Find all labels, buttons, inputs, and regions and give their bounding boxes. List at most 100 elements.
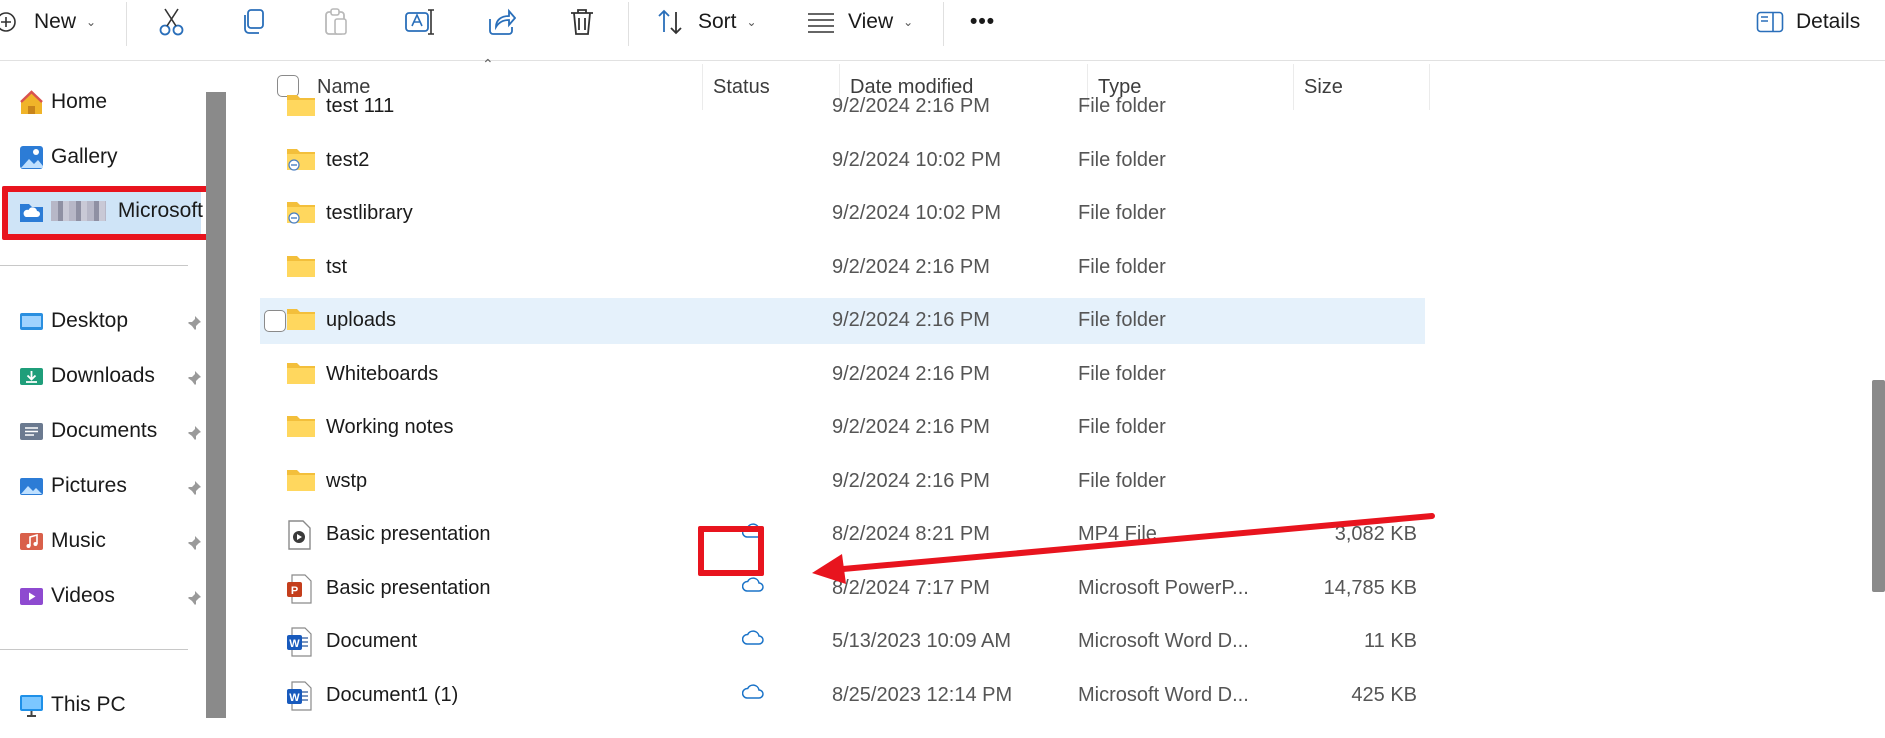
file-row[interactable]: W Document 5/13/2023 10:09 AM Microsoft Wor… bbox=[260, 619, 1425, 665]
video-file-icon bbox=[286, 520, 316, 550]
file-name: wstp bbox=[326, 469, 368, 492]
pin-icon[interactable] bbox=[186, 533, 202, 557]
cloud-status-icon bbox=[741, 576, 764, 600]
sidebar-scrollbar[interactable] bbox=[206, 92, 226, 718]
pin-icon[interactable] bbox=[186, 478, 202, 502]
file-name: Document1 (1) bbox=[326, 683, 459, 706]
more-options-button[interactable]: ••• bbox=[970, 0, 995, 44]
trash-icon bbox=[568, 7, 596, 37]
file-date-modified: 9/2/2024 2:16 PM bbox=[832, 416, 990, 438]
file-list-scrollbar[interactable] bbox=[1872, 380, 1885, 592]
pictures-folder-icon bbox=[18, 473, 45, 500]
sidebar-item-home[interactable]: Home bbox=[18, 82, 208, 122]
pin-icon[interactable] bbox=[186, 423, 202, 447]
toolbar-divider bbox=[126, 2, 127, 46]
sort-label: Sort bbox=[698, 10, 737, 33]
view-label: View bbox=[848, 10, 894, 33]
annotation-arrow bbox=[812, 513, 1435, 584]
file-name: tst bbox=[326, 255, 348, 278]
annotation-highlight-box bbox=[698, 526, 764, 576]
navigation-pane: Home Gallery Microsoft Desktop Downloads bbox=[0, 62, 230, 738]
sidebar-item-downloads[interactable]: Downloads bbox=[18, 356, 208, 396]
nav-divider bbox=[0, 649, 188, 650]
clipboard-icon bbox=[322, 7, 350, 37]
cloud-status-icon bbox=[741, 683, 764, 707]
file-name: Document bbox=[326, 630, 418, 652]
delete-button[interactable] bbox=[568, 0, 596, 44]
file-type: File folder bbox=[1078, 416, 1166, 438]
documents-folder-icon bbox=[18, 418, 45, 445]
gallery-icon bbox=[18, 144, 45, 171]
sidebar-item-label: Pictures bbox=[51, 474, 127, 497]
share-button[interactable] bbox=[486, 0, 516, 44]
file-name: test2 bbox=[326, 148, 370, 171]
sidebar-item-music[interactable]: Music bbox=[18, 521, 208, 561]
file-row[interactable]: test 111 9/2/2024 2:16 PM File folder bbox=[260, 84, 1425, 130]
sort-icon bbox=[656, 8, 686, 36]
view-button[interactable]: View ⌄ bbox=[806, 0, 913, 44]
new-label: New bbox=[34, 10, 77, 33]
nav-divider bbox=[0, 265, 188, 266]
cut-button[interactable] bbox=[158, 0, 186, 44]
file-row[interactable]: testlibrary 9/2/2024 10:02 PM File folder bbox=[260, 191, 1425, 237]
svg-text:W: W bbox=[289, 638, 300, 650]
sidebar-item-label: This PC bbox=[51, 693, 126, 716]
new-button[interactable]: New ⌄ bbox=[0, 0, 96, 44]
svg-text:W: W bbox=[289, 692, 300, 704]
annotation-highlight-box bbox=[2, 186, 220, 240]
sidebar-item-this-pc[interactable]: This PC bbox=[18, 685, 208, 725]
sidebar-item-gallery[interactable]: Gallery bbox=[18, 137, 208, 177]
copy-button[interactable] bbox=[240, 0, 268, 44]
details-pane-button[interactable]: Details bbox=[1756, 0, 1860, 44]
file-date-modified: 9/2/2024 10:02 PM bbox=[832, 202, 1002, 224]
folder-icon bbox=[286, 413, 316, 441]
details-pane-icon bbox=[1756, 11, 1784, 33]
sidebar-item-pictures[interactable]: Pictures bbox=[18, 466, 208, 506]
file-name: uploads bbox=[326, 309, 397, 331]
paste-button[interactable] bbox=[322, 0, 350, 44]
pin-icon[interactable] bbox=[186, 313, 202, 337]
pin-icon[interactable] bbox=[186, 368, 202, 392]
file-name: Working notes bbox=[326, 416, 454, 438]
word-file-icon: W bbox=[286, 627, 316, 657]
file-row[interactable]: tst 9/2/2024 2:16 PM File folder bbox=[260, 245, 1425, 291]
view-lines-icon bbox=[806, 11, 836, 33]
computer-icon bbox=[18, 692, 45, 719]
sidebar-item-documents[interactable]: Documents bbox=[18, 411, 208, 451]
share-icon bbox=[486, 7, 516, 37]
videos-folder-icon bbox=[18, 583, 45, 610]
svg-text:P: P bbox=[291, 585, 298, 597]
file-type: File folder bbox=[1078, 309, 1166, 331]
desktop-folder-icon bbox=[18, 308, 45, 335]
cloud-status-icon bbox=[741, 629, 764, 653]
file-type: Microsoft Word D... bbox=[1078, 683, 1249, 706]
file-name: test 111 bbox=[326, 95, 395, 117]
folder-icon bbox=[286, 306, 316, 334]
row-checkbox[interactable] bbox=[264, 310, 286, 332]
file-size: 425 KB bbox=[1351, 683, 1417, 706]
file-row[interactable]: W Document1 (1) 8/25/2023 12:14 PM Microsof… bbox=[260, 673, 1425, 719]
file-row[interactable]: test2 9/2/2024 10:02 PM File folder bbox=[260, 138, 1425, 184]
sidebar-item-label: Gallery bbox=[51, 145, 118, 168]
sidebar-item-videos[interactable]: Videos bbox=[18, 576, 208, 616]
column-separator[interactable] bbox=[1429, 64, 1430, 110]
file-type: File folder bbox=[1078, 148, 1166, 171]
sidebar-item-desktop[interactable]: Desktop bbox=[18, 301, 208, 341]
rename-button[interactable] bbox=[404, 0, 434, 44]
scissors-icon bbox=[158, 7, 186, 37]
copy-icon bbox=[240, 7, 268, 37]
details-label: Details bbox=[1796, 10, 1861, 33]
rename-icon bbox=[404, 7, 434, 37]
file-row[interactable]: uploads 9/2/2024 2:16 PM File folder bbox=[260, 298, 1425, 344]
file-name: Whiteboards bbox=[326, 362, 439, 385]
sidebar-item-label: Videos bbox=[51, 584, 115, 607]
file-row[interactable]: Whiteboards 9/2/2024 2:16 PM File folder bbox=[260, 352, 1425, 398]
shared-folder-icon bbox=[286, 199, 316, 227]
file-date-modified: 5/13/2023 10:09 AM bbox=[832, 630, 1012, 652]
sidebar-item-label: Home bbox=[51, 90, 108, 113]
file-date-modified: 8/25/2023 12:14 PM bbox=[832, 683, 1013, 706]
sort-button[interactable]: Sort ⌄ bbox=[656, 0, 757, 44]
file-type: File folder bbox=[1078, 95, 1166, 117]
pin-icon[interactable] bbox=[186, 588, 202, 612]
downloads-folder-icon bbox=[18, 363, 45, 390]
